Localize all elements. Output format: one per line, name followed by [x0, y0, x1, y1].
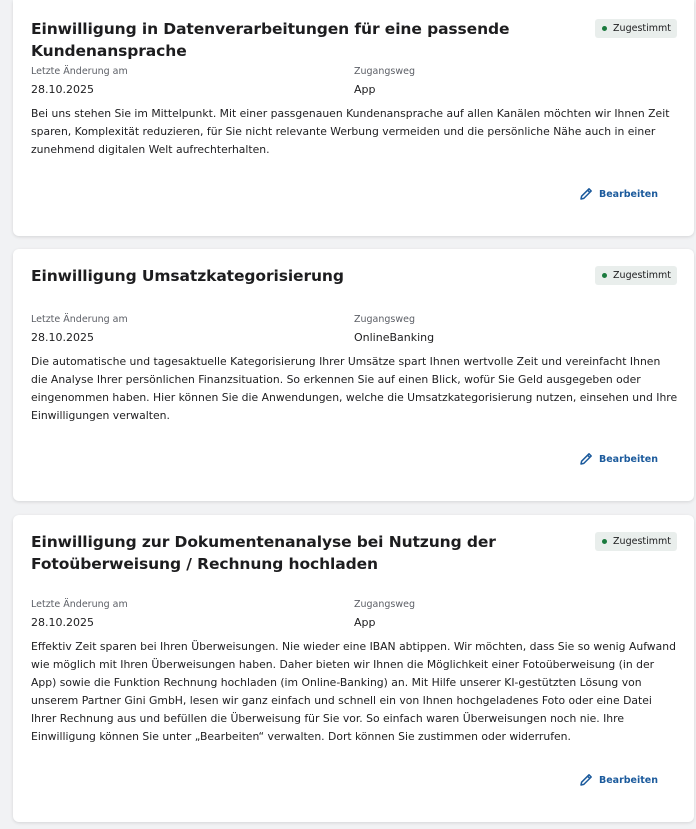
last-change-column: Letzte Änderung am 28.10.2025 [31, 599, 354, 630]
edit-button[interactable]: Bearbeiten [578, 772, 658, 788]
card-meta: Letzte Änderung am 28.10.2025 Zugangsweg… [31, 599, 677, 630]
card-meta: Letzte Änderung am 28.10.2025 Zugangsweg… [31, 66, 677, 97]
pencil-icon [578, 451, 594, 467]
consent-card-transaction-categorization: Einwilligung Umsatzkategorisierung Zuges… [13, 249, 694, 501]
status-badge: Zugestimmt [595, 266, 677, 285]
card-description: Effektiv Zeit sparen bei Ihren Überweisu… [31, 640, 676, 743]
status-badge: Zugestimmt [595, 19, 677, 38]
access-label: Zugangsweg [354, 599, 416, 610]
edit-button-label: Bearbeiten [598, 774, 658, 786]
last-change-label: Letzte Änderung am [31, 66, 128, 77]
card-description: Die automatische und tagesaktuelle Kateg… [31, 355, 678, 422]
last-change-label: Letzte Änderung am [31, 314, 128, 325]
pencil-icon [578, 772, 594, 788]
card-title: Einwilligung Umsatzkategorisierung [31, 267, 344, 285]
access-value: OnlineBanking [354, 331, 435, 344]
last-change-label: Letzte Änderung am [31, 599, 128, 610]
last-change-value: 28.10.2025 [31, 616, 94, 629]
card-description: Bei uns stehen Sie im Mittelpunkt. Mit e… [31, 107, 670, 156]
status-dot-icon [602, 273, 608, 278]
status-label: Zugestimmt [613, 270, 671, 281]
access-label: Zugangsweg [354, 314, 416, 325]
access-column: Zugangsweg App [354, 599, 415, 630]
card-title: Einwilligung zur Dokumentenanalyse bei N… [31, 533, 496, 573]
edit-button-label: Bearbeiten [598, 188, 658, 200]
consent-card-document-analysis: Einwilligung zur Dokumentenanalyse bei N… [13, 515, 694, 822]
status-dot-icon [602, 539, 608, 544]
access-column: Zugangsweg OnlineBanking [354, 314, 434, 345]
last-change-value: 28.10.2025 [31, 331, 94, 344]
card-title: Einwilligung in Datenverarbeitungen für … [31, 20, 510, 60]
status-badge: Zugestimmt [595, 532, 677, 551]
access-value: App [354, 83, 376, 96]
access-column: Zugangsweg App [354, 66, 415, 97]
status-label: Zugestimmt [613, 536, 671, 547]
last-change-value: 28.10.2025 [31, 83, 94, 96]
last-change-column: Letzte Änderung am 28.10.2025 [31, 66, 354, 97]
edit-button[interactable]: Bearbeiten [578, 451, 658, 467]
edit-button[interactable]: Bearbeiten [578, 186, 658, 202]
pencil-icon [578, 186, 594, 202]
edit-button-label: Bearbeiten [598, 453, 658, 465]
card-meta: Letzte Änderung am 28.10.2025 Zugangsweg… [31, 314, 677, 345]
access-label: Zugangsweg [354, 66, 416, 77]
consent-card-customer-approach: Einwilligung in Datenverarbeitungen für … [13, 0, 694, 236]
last-change-column: Letzte Änderung am 28.10.2025 [31, 314, 354, 345]
access-value: App [354, 616, 376, 629]
status-label: Zugestimmt [613, 23, 671, 34]
status-dot-icon [602, 26, 608, 31]
